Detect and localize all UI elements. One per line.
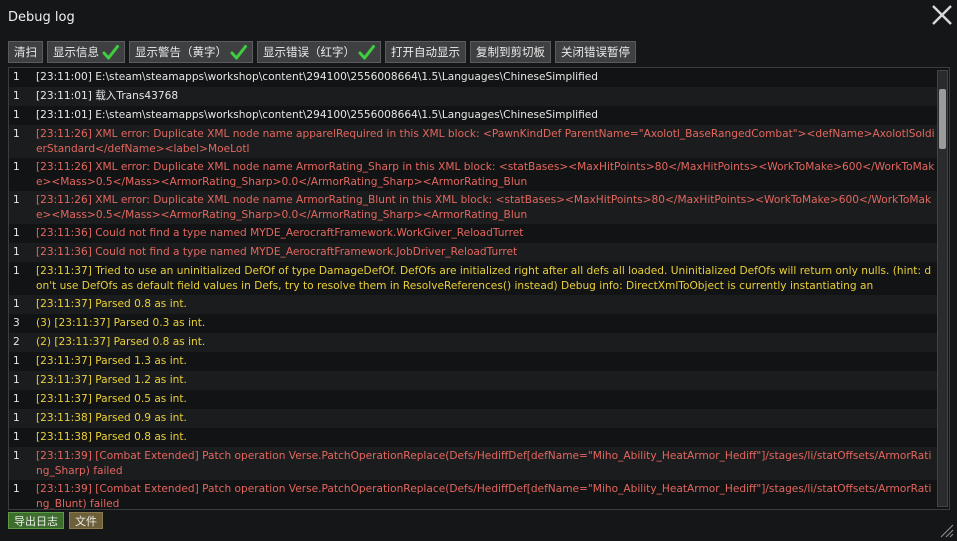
log-row-count: 1 bbox=[13, 431, 20, 443]
log-row[interactable]: 3 (3) [23:11:37] Parsed 0.3 as int. bbox=[9, 314, 937, 333]
checkmark-icon bbox=[358, 44, 375, 59]
footer-actions: 导出日志 文件 bbox=[8, 512, 103, 529]
log-row[interactable]: 1 [23:11:39] [Combat Extended] Patch oper… bbox=[9, 480, 937, 510]
log-row-message: [23:11:37] Tried to use an uninitialized… bbox=[36, 265, 932, 292]
log-row-count: 1 bbox=[13, 246, 20, 258]
log-row[interactable]: 1 [23:11:01] E:\steam\steamapps\workshop\… bbox=[9, 106, 937, 125]
log-row-count: 1 bbox=[13, 393, 20, 405]
show-warnings-toggle[interactable]: 显示警告（黄字） bbox=[129, 41, 253, 63]
toolbar-button-label: 复制到剪切板 bbox=[476, 45, 545, 59]
toolbar-button-label: 显示错误（红字） bbox=[263, 45, 355, 59]
log-row[interactable]: 1 [23:11:38] Parsed 0.9 as int. bbox=[9, 409, 937, 428]
log-row-count: 1 bbox=[13, 128, 20, 140]
log-row[interactable]: 1 [23:11:39] [Combat Extended] Patch oper… bbox=[9, 447, 937, 480]
log-row-count: 3 bbox=[13, 317, 20, 329]
checkmark-icon bbox=[102, 44, 119, 59]
log-row-message: [23:11:01] E:\steam\steamapps\workshop\c… bbox=[36, 109, 599, 121]
log-row-message: [23:11:36] Could not find a type named M… bbox=[36, 246, 518, 258]
toolbar-button-label: 打开自动显示 bbox=[391, 45, 460, 59]
toolbar-button-label: 关闭错误暂停 bbox=[561, 45, 630, 59]
copy-to-clipboard-button[interactable]: 复制到剪切板 bbox=[470, 41, 551, 63]
log-row-message: [23:11:37] Parsed 0.8 as int. bbox=[36, 298, 187, 310]
log-row-count: 1 bbox=[13, 227, 20, 239]
log-row-count: 1 bbox=[13, 109, 20, 121]
log-row-message: (2) [23:11:37] Parsed 0.8 as int. bbox=[36, 336, 206, 348]
log-row-message: [23:11:26] XML error: Duplicate XML node… bbox=[36, 194, 932, 221]
disable-error-pause-button[interactable]: 关闭错误暂停 bbox=[555, 41, 636, 63]
log-row[interactable]: 1 [23:11:37] Tried to use an uninitialize… bbox=[9, 262, 937, 295]
log-panel: 1 [23:11:00] E:\steam\steamapps\workshop\… bbox=[8, 67, 950, 510]
log-row[interactable]: 1 [23:11:37] Parsed 0.8 as int. bbox=[9, 295, 937, 314]
log-row[interactable]: 1 [23:11:36] Could not find a type named … bbox=[9, 224, 937, 243]
log-row[interactable]: 1 [23:11:36] Could not find a type named … bbox=[9, 243, 937, 262]
log-row-message: [23:11:37] Parsed 1.2 as int. bbox=[36, 374, 187, 386]
log-row-count: 1 bbox=[13, 161, 20, 173]
log-row-message: [23:11:26] XML error: Duplicate XML node… bbox=[36, 128, 935, 155]
log-row-count: 1 bbox=[13, 374, 20, 386]
log-row[interactable]: 1 [23:11:01] 载入Trans43768 bbox=[9, 87, 937, 106]
auto-open-button[interactable]: 打开自动显示 bbox=[385, 41, 466, 63]
log-row[interactable]: 1 [23:11:26] XML error: Duplicate XML nod… bbox=[9, 158, 937, 191]
resize-handle-icon[interactable] bbox=[938, 522, 954, 538]
log-row-message: [23:11:38] Parsed 0.8 as int. bbox=[36, 431, 187, 443]
log-row-message: [23:11:01] 载入Trans43768 bbox=[36, 90, 179, 102]
log-row-message: (3) [23:11:37] Parsed 0.3 as int. bbox=[36, 317, 206, 329]
log-row-count: 1 bbox=[13, 194, 20, 206]
log-row[interactable]: 1 [23:11:37] Parsed 0.5 as int. bbox=[9, 390, 937, 409]
toolbar-button-label: 显示信息 bbox=[53, 45, 99, 59]
log-toolbar: 清扫 显示信息 显示警告（黄字） 显示错误（红字） 打开自动显示 复制到剪切板 关闭错误暂停 bbox=[8, 41, 636, 63]
show-errors-toggle[interactable]: 显示错误（红字） bbox=[257, 41, 381, 63]
log-row-message: [23:11:39] [Combat Extended] Patch opera… bbox=[36, 483, 932, 510]
log-scrollbar[interactable] bbox=[937, 70, 948, 507]
checkmark-icon bbox=[230, 44, 247, 59]
scrollbar-thumb[interactable] bbox=[939, 89, 946, 149]
log-row-count: 2 bbox=[13, 336, 20, 348]
log-row-count: 1 bbox=[13, 265, 20, 277]
log-row[interactable]: 1 [23:11:26] XML error: Duplicate XML nod… bbox=[9, 191, 937, 224]
log-row-count: 1 bbox=[13, 450, 20, 462]
show-info-toggle[interactable]: 显示信息 bbox=[47, 41, 125, 63]
log-row-message: [23:11:37] Parsed 0.5 as int. bbox=[36, 393, 187, 405]
log-row-message: [23:11:37] Parsed 1.3 as int. bbox=[36, 355, 187, 367]
window-title: Debug log bbox=[8, 10, 75, 25]
log-row-count: 1 bbox=[13, 412, 20, 424]
log-row-message: [23:11:26] XML error: Duplicate XML node… bbox=[36, 161, 935, 188]
log-row-message: [23:11:38] Parsed 0.9 as int. bbox=[36, 412, 187, 424]
log-row[interactable]: 1 [23:11:38] Parsed 0.8 as int. bbox=[9, 428, 937, 447]
close-icon[interactable] bbox=[929, 2, 955, 28]
log-row-count: 1 bbox=[13, 298, 20, 310]
export-log-button[interactable]: 导出日志 bbox=[8, 512, 64, 529]
log-row-count: 1 bbox=[13, 483, 20, 495]
log-row-message: [23:11:00] E:\steam\steamapps\workshop\c… bbox=[36, 71, 599, 83]
log-list: 1 [23:11:00] E:\steam\steamapps\workshop\… bbox=[9, 68, 937, 510]
clear-button[interactable]: 清扫 bbox=[8, 41, 43, 63]
log-row-message: [23:11:36] Could not find a type named M… bbox=[36, 227, 524, 239]
log-row[interactable]: 1 [23:11:37] Parsed 1.3 as int. bbox=[9, 352, 937, 371]
log-row[interactable]: 2 (2) [23:11:37] Parsed 0.8 as int. bbox=[9, 333, 937, 352]
log-row[interactable]: 1 [23:11:37] Parsed 1.2 as int. bbox=[9, 371, 937, 390]
log-row-message: [23:11:39] [Combat Extended] Patch opera… bbox=[36, 450, 932, 477]
log-row-count: 1 bbox=[13, 355, 20, 367]
toolbar-button-label: 显示警告（黄字） bbox=[135, 45, 227, 59]
toolbar-button-label: 清扫 bbox=[14, 45, 37, 59]
log-row[interactable]: 1 [23:11:00] E:\steam\steamapps\workshop\… bbox=[9, 68, 937, 87]
file-button[interactable]: 文件 bbox=[69, 512, 103, 529]
log-row-count: 1 bbox=[13, 90, 20, 102]
log-row[interactable]: 1 [23:11:26] XML error: Duplicate XML nod… bbox=[9, 125, 937, 158]
log-row-count: 1 bbox=[13, 71, 20, 83]
